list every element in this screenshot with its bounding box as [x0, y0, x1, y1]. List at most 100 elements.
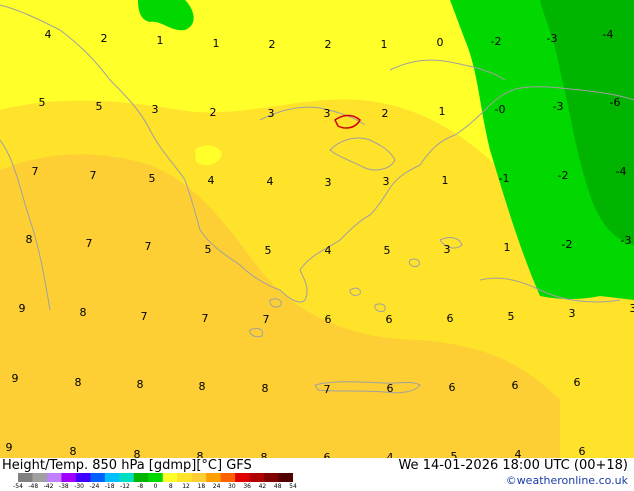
- colorbar-segment: [32, 473, 47, 482]
- colorbar-segment: [148, 473, 163, 482]
- temperature-label: -2: [558, 169, 569, 182]
- temperature-label: 1: [381, 38, 388, 51]
- colorbar-tick-label: -18: [105, 483, 115, 490]
- temperature-label: 3: [569, 307, 576, 320]
- temperature-label: 6: [579, 445, 586, 458]
- credit-link[interactable]: ©weatheronline.co.uk: [506, 474, 628, 487]
- temperature-label: 3: [324, 107, 331, 120]
- temperature-label: 6: [324, 451, 331, 458]
- temperature-label: 2: [382, 107, 389, 120]
- temperature-label: -3: [547, 32, 558, 45]
- temperature-label: 4: [387, 451, 394, 458]
- temperature-label: 3: [630, 302, 634, 315]
- temperature-label: 4: [267, 175, 274, 188]
- temperature-label: 5: [205, 243, 212, 256]
- temperature-label: 7: [86, 237, 93, 250]
- colorbar: [18, 473, 293, 482]
- temperature-label: 8: [261, 451, 268, 458]
- colorbar-segment: [61, 473, 76, 482]
- colorbar-tick-label: 18: [198, 483, 206, 490]
- temperature-label: 3: [383, 175, 390, 188]
- temperature-label: 7: [263, 313, 270, 326]
- colorbar-segment: [279, 473, 293, 482]
- temperature-label: 6: [387, 382, 394, 395]
- colorbar-segment: [264, 473, 279, 482]
- colorbar-tick-label: 24: [213, 483, 221, 490]
- temperature-label: -2: [562, 238, 573, 251]
- temperature-label: 0: [437, 36, 444, 49]
- temperature-label: 1: [157, 34, 164, 47]
- colorbar-tick-label: 36: [243, 483, 251, 490]
- temperature-label: 9: [19, 302, 26, 315]
- temperature-label: 3: [152, 103, 159, 116]
- footer-bar: Height/Temp. 850 hPa [gdmp][°C] GFS We 1…: [0, 458, 634, 490]
- colorbar-tick-label: -12: [120, 483, 130, 490]
- temperature-label: 7: [141, 310, 148, 323]
- temperature-label: -3: [553, 100, 564, 113]
- temperature-label: 8: [262, 382, 269, 395]
- colorbar-tick-label: 30: [228, 483, 236, 490]
- map-datetime: We 14-01-2026 18:00 UTC (00+18): [398, 458, 628, 473]
- colorbar-segment: [134, 473, 149, 482]
- colorbar-segment: [119, 473, 134, 482]
- colorbar-segment: [221, 473, 236, 482]
- temperature-label: 5: [451, 450, 458, 458]
- colorbar-tick-label: -38: [59, 483, 69, 490]
- temperature-label: -4: [603, 28, 614, 41]
- temperature-label: 2: [101, 32, 108, 45]
- temperature-label: 8: [26, 233, 33, 246]
- temperature-label: 4: [515, 448, 522, 458]
- temperature-label: -6: [610, 96, 621, 109]
- temperature-label: 5: [149, 172, 156, 185]
- colorbar-tick-label: 8: [169, 483, 173, 490]
- temperature-label: 1: [504, 241, 511, 254]
- colorbar-segment: [90, 473, 105, 482]
- temperature-label: 5: [384, 244, 391, 257]
- colorbar-tick-label: 12: [182, 483, 190, 490]
- map-figure: 42112210-2-3-455323321-0-3-677544331-1-2…: [0, 0, 634, 490]
- temperature-label: 6: [574, 376, 581, 389]
- temperature-label: 5: [39, 96, 46, 109]
- colorbar-segment: [250, 473, 265, 482]
- temperature-label: 1: [442, 174, 449, 187]
- colorbar-segment: [206, 473, 221, 482]
- map-title: Height/Temp. 850 hPa [gdmp][°C] GFS: [2, 458, 252, 473]
- temperature-label: 9: [12, 372, 19, 385]
- temperature-label: 8: [137, 378, 144, 391]
- colorbar-tick-label: -48: [28, 483, 38, 490]
- temperature-label: 6: [512, 379, 519, 392]
- temperature-label: 6: [447, 312, 454, 325]
- colorbar-tick-label: 54: [289, 483, 297, 490]
- temperature-label: -1: [499, 172, 510, 185]
- temperature-label: 8: [75, 376, 82, 389]
- temperature-label: 6: [449, 381, 456, 394]
- temperature-label: -2: [491, 35, 502, 48]
- temperature-label: 3: [444, 243, 451, 256]
- colorbar-tick-label: -54: [13, 483, 23, 490]
- temperature-label: 8: [199, 380, 206, 393]
- temperature-label: 3: [325, 176, 332, 189]
- colorbar-segment: [76, 473, 91, 482]
- temperature-label: 9: [6, 441, 13, 454]
- temperature-label: 5: [265, 244, 272, 257]
- temperature-label: 7: [145, 240, 152, 253]
- temperature-label: 6: [386, 313, 393, 326]
- temperature-label: 4: [325, 244, 332, 257]
- colorbar-segment: [47, 473, 62, 482]
- temperature-label: 2: [325, 38, 332, 51]
- colorbar-segment: [18, 473, 33, 482]
- colorbar-segment: [163, 473, 178, 482]
- colorbar-tick-label: 48: [274, 483, 282, 490]
- temperature-label: 6: [325, 313, 332, 326]
- weather-map: 42112210-2-3-455323321-0-3-677544331-1-2…: [0, 0, 634, 458]
- temperature-label: 7: [90, 169, 97, 182]
- temperature-label: 1: [439, 105, 446, 118]
- temperature-label: 7: [32, 165, 39, 178]
- temperature-label: 5: [508, 310, 515, 323]
- colorbar-tick-label: -24: [89, 483, 99, 490]
- temperature-label: 7: [202, 312, 209, 325]
- colorbar-tick-label: -8: [137, 483, 143, 490]
- temperature-label: 2: [269, 38, 276, 51]
- temperature-label: -4: [616, 165, 627, 178]
- temperature-label: 3: [268, 107, 275, 120]
